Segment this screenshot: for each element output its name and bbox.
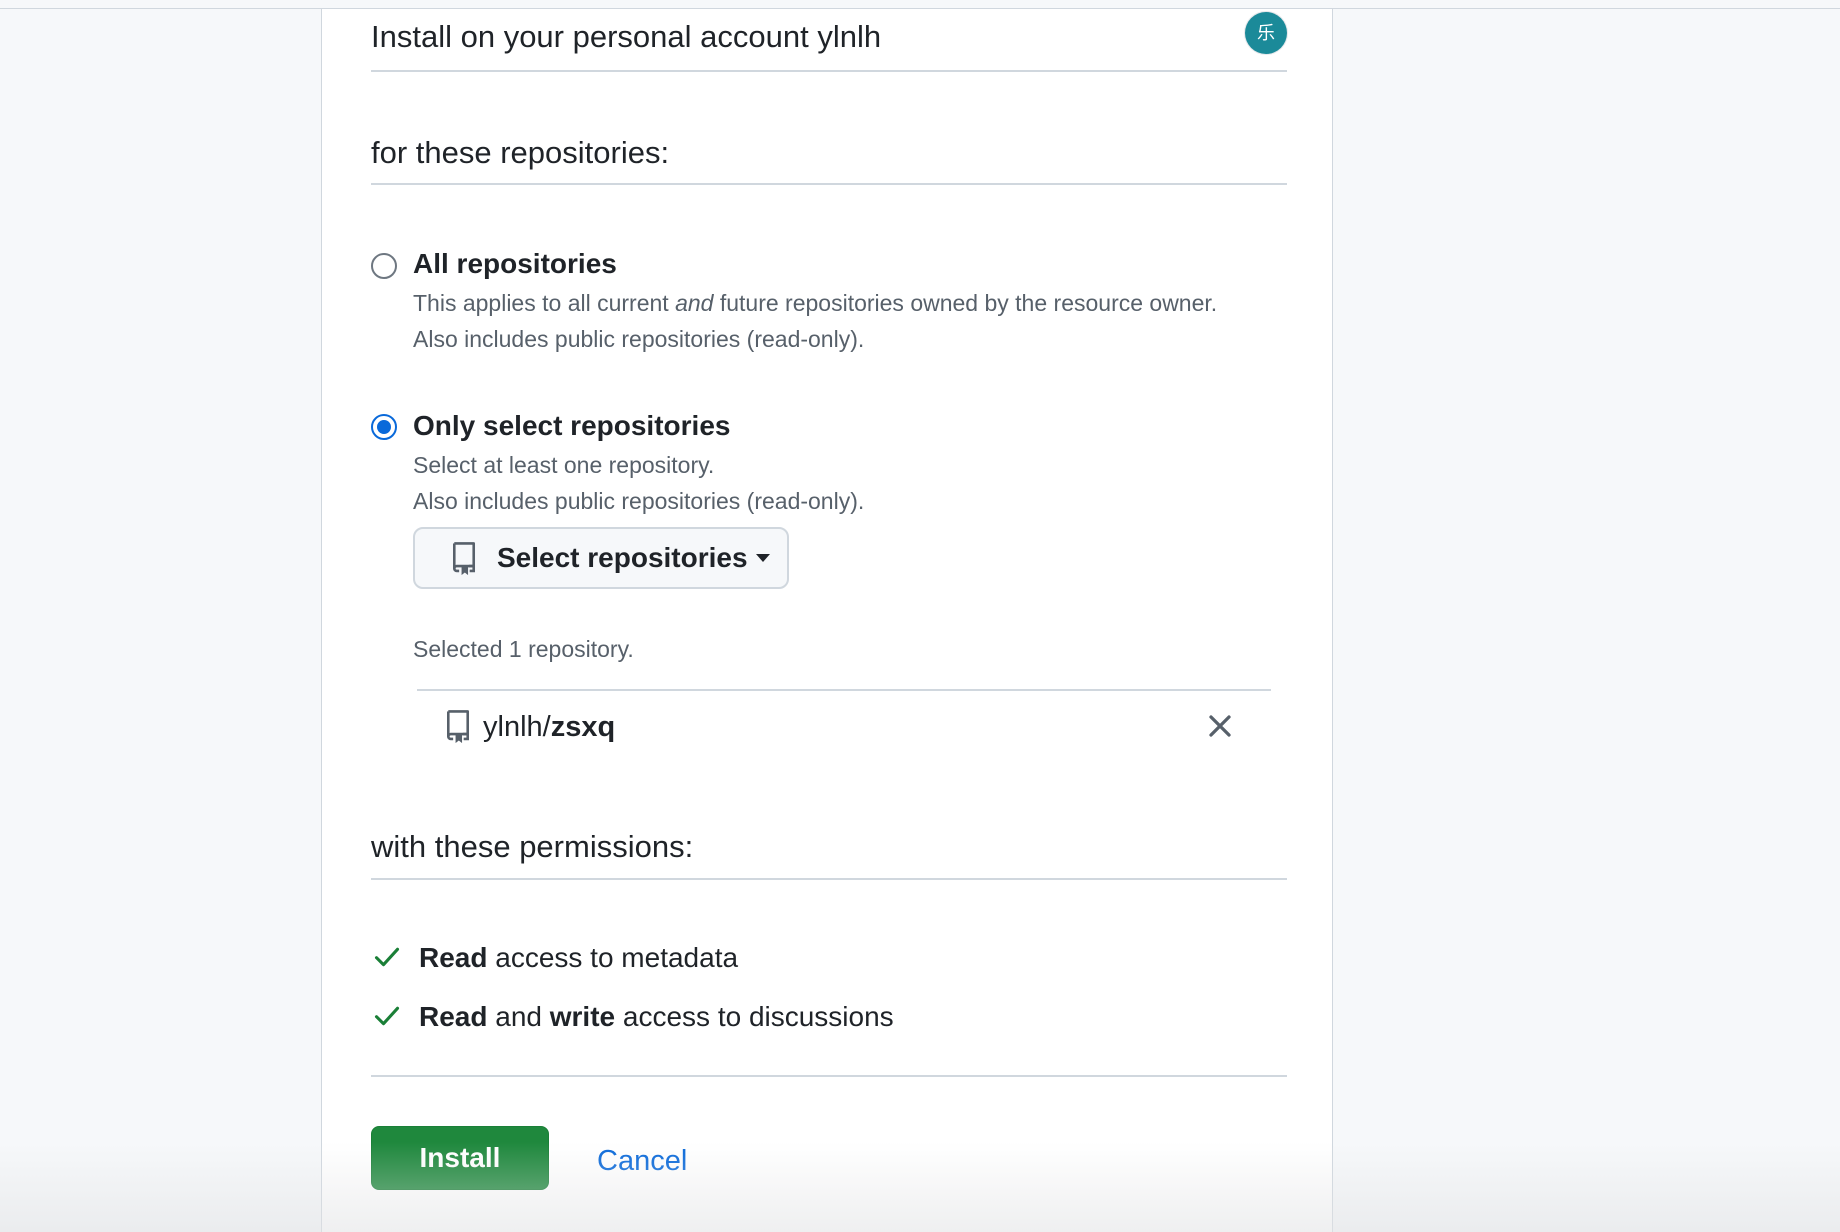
perm-bold: write [549,1001,616,1032]
divider [371,878,1287,880]
divider [371,1075,1287,1077]
permissions-heading: with these permissions: [371,829,694,864]
desc-emphasis: and [675,290,714,316]
selected-count: Selected 1 repository. [413,636,634,662]
close-icon[interactable] [1205,711,1235,741]
repo-icon [446,710,470,743]
select-repositories-button[interactable]: Select repositories [413,527,789,589]
select-repositories-label: Select repositories [497,542,748,573]
permission-text: Read and write access to discussions [419,997,894,1037]
desc-text: This applies to all current [413,290,676,316]
all-repositories-radio[interactable] [371,253,397,279]
install-button[interactable]: Install [371,1126,549,1190]
repo-name: zsxq [550,711,616,743]
cancel-link[interactable]: Cancel [597,1143,687,1179]
only-select-description: Select at least one repository. [413,452,715,478]
perm-text: access to metadata [487,942,739,973]
all-repositories-description: This applies to all current and future r… [413,285,1217,321]
repo-icon [452,542,476,575]
check-icon [374,947,400,967]
check-icon [374,1006,400,1026]
selected-repo-row: ylnlh/zsxq [417,689,1271,781]
divider [371,183,1287,185]
perm-text: and [487,1001,550,1032]
selected-repo-name: ylnlh/zsxq [483,709,615,745]
chevron-down-icon [755,554,770,562]
all-repositories-note: Also includes public repositories (read-… [413,326,865,352]
perm-bold: Read [419,1001,488,1032]
repositories-heading: for these repositories: [371,135,670,170]
perm-text: access to discussions [615,1001,894,1032]
permission-text: Read access to metadata [419,938,738,978]
all-repositories-title[interactable]: All repositories [413,247,617,281]
install-card: Install on your personal account ylnlh 乐… [321,9,1333,1232]
form-body: for these repositories: All repositories… [371,9,1287,1232]
only-select-repositories-title[interactable]: Only select repositories [413,409,730,443]
only-select-repositories-radio[interactable] [371,414,397,440]
repo-owner: ylnlh/ [483,711,551,743]
desc-text: future repositories owned by the resourc… [713,290,1218,316]
perm-bold: Read [419,942,488,973]
only-select-note: Also includes public repositories (read-… [413,488,865,514]
